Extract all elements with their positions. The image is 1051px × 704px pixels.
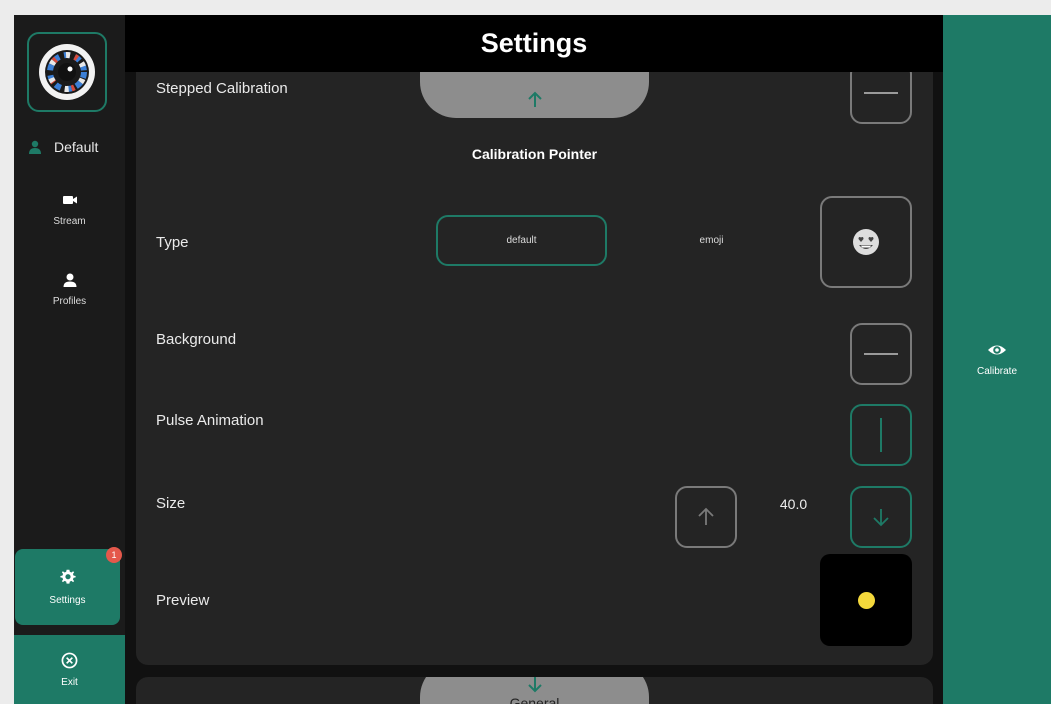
size-increase-button[interactable]: [675, 486, 737, 548]
background-label: Background: [156, 331, 237, 348]
toggle-off-indicator: [864, 92, 898, 94]
section-title: Calibration Pointer: [471, 146, 598, 162]
sidebar-item-stream[interactable]: Stream: [14, 192, 125, 227]
heart-eyes-emoji-icon: [853, 229, 879, 255]
eye-logo-icon: [39, 44, 95, 100]
calibrate-button[interactable]: Calibrate: [943, 340, 1051, 377]
general-panel: General: [136, 677, 933, 704]
size-decrease-button[interactable]: [850, 486, 912, 548]
header: Settings: [125, 15, 943, 72]
type-option-emoji[interactable]: emoji: [626, 215, 797, 266]
video-camera-icon: [62, 196, 77, 204]
general-section-label: General: [509, 695, 560, 704]
toggle-off-indicator: [864, 353, 898, 355]
arrow-up-icon: [527, 91, 542, 107]
notification-badge: 1: [106, 547, 122, 563]
preview-pointer-dot: [857, 591, 875, 609]
settings-panel: Stepped Calibration Calibration Pointer …: [136, 72, 933, 665]
type-label: Type: [156, 234, 189, 251]
calibrate-sidebar: Calibrate: [943, 15, 1051, 704]
exit-label: Exit: [61, 676, 78, 688]
scroll-up-button[interactable]: [420, 72, 649, 118]
gear-icon: [59, 569, 76, 584]
scroll-down-button[interactable]: General: [420, 677, 649, 704]
stepped-calibration-toggle[interactable]: [850, 72, 912, 124]
person-icon: [63, 273, 76, 287]
exit-button[interactable]: Exit: [14, 635, 125, 704]
eye-icon: [988, 345, 1006, 355]
pulse-animation-label: Pulse Animation: [156, 412, 264, 429]
background-toggle[interactable]: [850, 323, 912, 385]
page-title: Settings: [480, 28, 588, 58]
toggle-on-indicator: [880, 418, 882, 452]
sidebar-item-label: Stream: [53, 216, 86, 227]
preview-label: Preview: [156, 592, 210, 609]
pointer-preview: [820, 554, 912, 646]
sidebar: Default Stream Profiles 1 Settings Exit: [14, 15, 125, 704]
size-label: Size: [156, 495, 186, 512]
sidebar-item-profiles[interactable]: Profiles: [14, 272, 125, 307]
size-value: 40.0: [779, 496, 808, 512]
profile-name: Default: [54, 139, 99, 155]
type-option-default[interactable]: default: [436, 215, 607, 266]
arrow-up-icon: [698, 507, 714, 525]
sidebar-item-label: Profiles: [52, 296, 87, 307]
calibrate-label: Calibrate: [976, 366, 1018, 377]
app-logo[interactable]: [27, 32, 107, 112]
app-window: Default Stream Profiles 1 Settings Exit …: [14, 15, 1051, 704]
sidebar-item-label: Settings: [49, 594, 86, 606]
pulse-animation-toggle[interactable]: [850, 404, 912, 466]
person-icon: [29, 140, 41, 154]
close-circle-icon: [61, 652, 78, 668]
sidebar-item-settings[interactable]: 1 Settings: [15, 547, 122, 625]
emoji-picker-button[interactable]: [820, 196, 912, 288]
profile-selector[interactable]: Default: [28, 135, 122, 159]
arrow-down-icon: [527, 677, 542, 693]
arrow-down-icon: [873, 509, 889, 527]
stepped-calibration-label: Stepped Calibration: [156, 80, 288, 97]
